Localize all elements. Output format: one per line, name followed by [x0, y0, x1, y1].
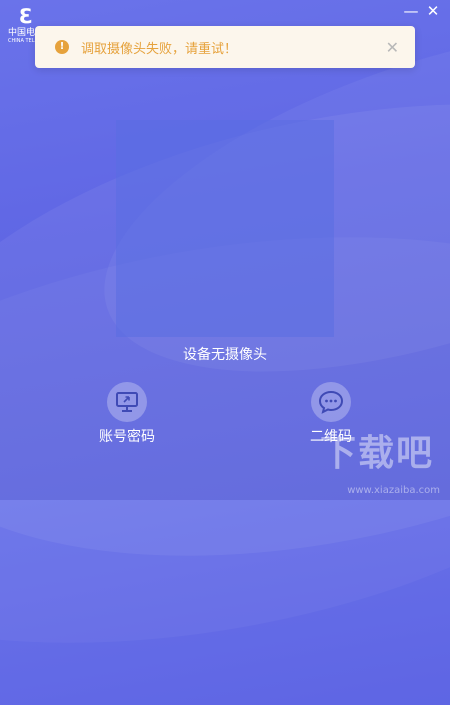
account-login-icon-circle [107, 382, 147, 422]
watermark-url: www.xiazaiba.com [347, 485, 440, 496]
chat-bubble-icon [318, 390, 344, 414]
qr-login-icon-circle [311, 382, 351, 422]
camera-status-text: 设备无摄像头 [183, 347, 267, 363]
warning-icon: ! [55, 40, 69, 54]
warning-toast: ! 调取摄像头失败，请重试！ ✕ [35, 26, 415, 68]
monitor-icon [116, 392, 138, 412]
camera-preview [116, 120, 334, 337]
close-window-button[interactable]: ✕ [424, 2, 442, 20]
account-login-label: 账号密码 [99, 429, 155, 445]
account-password-login-button[interactable]: 账号密码 [82, 382, 172, 446]
toast-close-icon[interactable]: ✕ [386, 38, 399, 57]
toast-message: 调取摄像头失败，请重试！ [81, 41, 238, 57]
watermark-text: 下载吧 [319, 433, 434, 474]
telecom-logo-icon: ℇ [18, 4, 32, 28]
minimize-icon: — [403, 2, 419, 20]
minimize-button[interactable]: — [402, 2, 420, 20]
close-icon: ✕ [426, 2, 440, 20]
